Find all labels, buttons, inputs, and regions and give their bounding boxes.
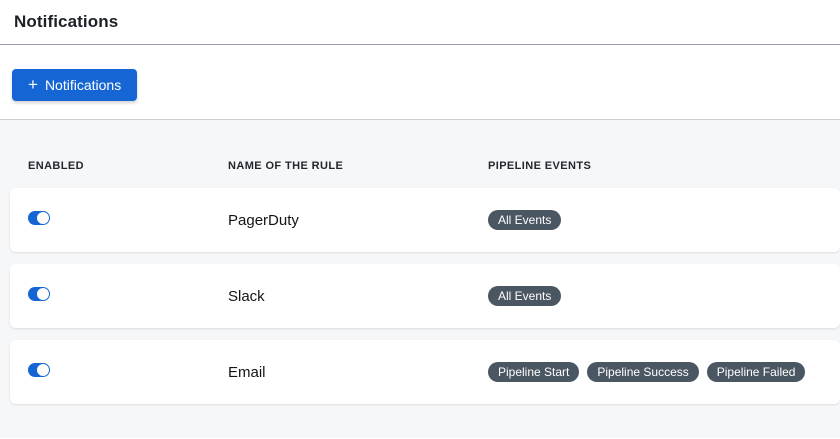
enabled-cell: [28, 211, 228, 230]
event-badge: All Events: [488, 286, 561, 306]
rule-name: PagerDuty: [228, 212, 488, 229]
rule-name: Slack: [228, 288, 488, 305]
pipeline-events-cell: All Events: [488, 286, 840, 306]
enabled-toggle[interactable]: [28, 287, 50, 301]
add-notifications-button-label: Notifications: [45, 77, 121, 93]
table-row: Email Pipeline Start Pipeline Success Pi…: [10, 340, 840, 404]
column-header-pipeline-events: PIPELINE EVENTS: [488, 160, 840, 172]
column-header-name-of-the-rule: NAME OF THE RULE: [228, 160, 488, 172]
notifications-table: ENABLED NAME OF THE RULE PIPELINE EVENTS…: [0, 120, 840, 438]
toggle-thumb: [37, 212, 49, 224]
toggle-thumb: [37, 288, 49, 300]
event-badge: Pipeline Success: [587, 362, 698, 382]
enabled-toggle[interactable]: [28, 363, 50, 377]
pipeline-events-cell: Pipeline Start Pipeline Success Pipeline…: [488, 362, 840, 382]
table-row: Slack All Events: [10, 264, 840, 328]
event-badge: Pipeline Failed: [707, 362, 806, 382]
enabled-cell: [28, 287, 228, 306]
enabled-cell: [28, 363, 228, 382]
plus-icon: +: [28, 76, 38, 93]
page-header: Notifications: [0, 0, 840, 45]
table-header-row: ENABLED NAME OF THE RULE PIPELINE EVENTS: [10, 160, 840, 172]
enabled-toggle[interactable]: [28, 211, 50, 225]
add-notifications-button[interactable]: + Notifications: [12, 69, 137, 101]
column-header-enabled: ENABLED: [28, 160, 228, 172]
page-title: Notifications: [14, 12, 826, 32]
rule-name: Email: [228, 364, 488, 381]
toggle-thumb: [37, 364, 49, 376]
toolbar: + Notifications: [0, 45, 840, 120]
pipeline-events-cell: All Events: [488, 210, 840, 230]
table-row: PagerDuty All Events: [10, 188, 840, 252]
event-badge: Pipeline Start: [488, 362, 579, 382]
event-badge: All Events: [488, 210, 561, 230]
